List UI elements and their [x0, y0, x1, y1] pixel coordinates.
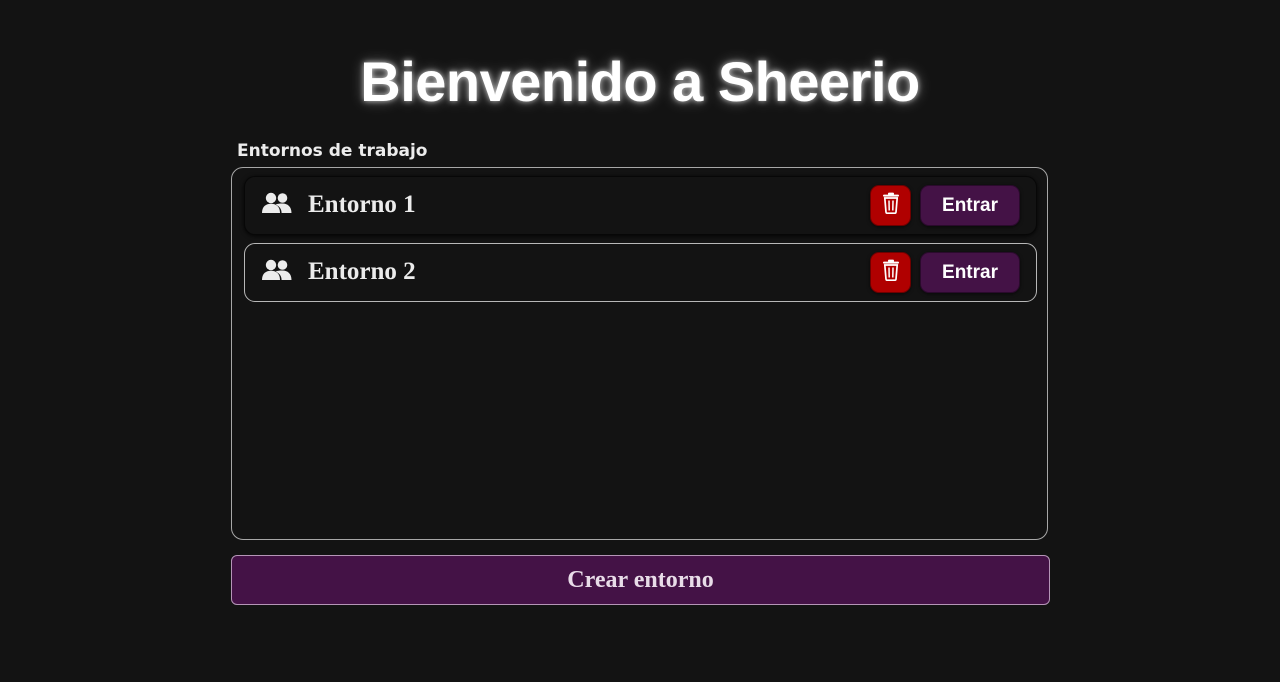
enter-workspace-button[interactable]: Entrar	[920, 252, 1020, 293]
page-title: Bienvenido a Sheerio	[360, 50, 920, 113]
trash-icon	[882, 259, 900, 286]
workspace-name: Entorno 2	[308, 258, 416, 285]
users-icon	[261, 258, 293, 286]
delete-workspace-button[interactable]	[870, 185, 911, 226]
create-workspace-button[interactable]: Crear entorno	[231, 555, 1050, 605]
delete-workspace-button[interactable]	[870, 252, 911, 293]
workspace-name: Entorno 1	[308, 191, 416, 218]
enter-workspace-button[interactable]: Entrar	[920, 185, 1020, 226]
users-icon	[261, 191, 293, 219]
workspaces-list-panel: Entorno 1 Entrar Entorno 2 Entrar	[231, 167, 1048, 540]
workspace-row: Entorno 1 Entrar	[244, 176, 1037, 235]
trash-icon	[882, 192, 900, 219]
workspace-row: Entorno 2 Entrar	[244, 243, 1037, 302]
workspaces-section-label: Entornos de trabajo	[237, 141, 428, 161]
